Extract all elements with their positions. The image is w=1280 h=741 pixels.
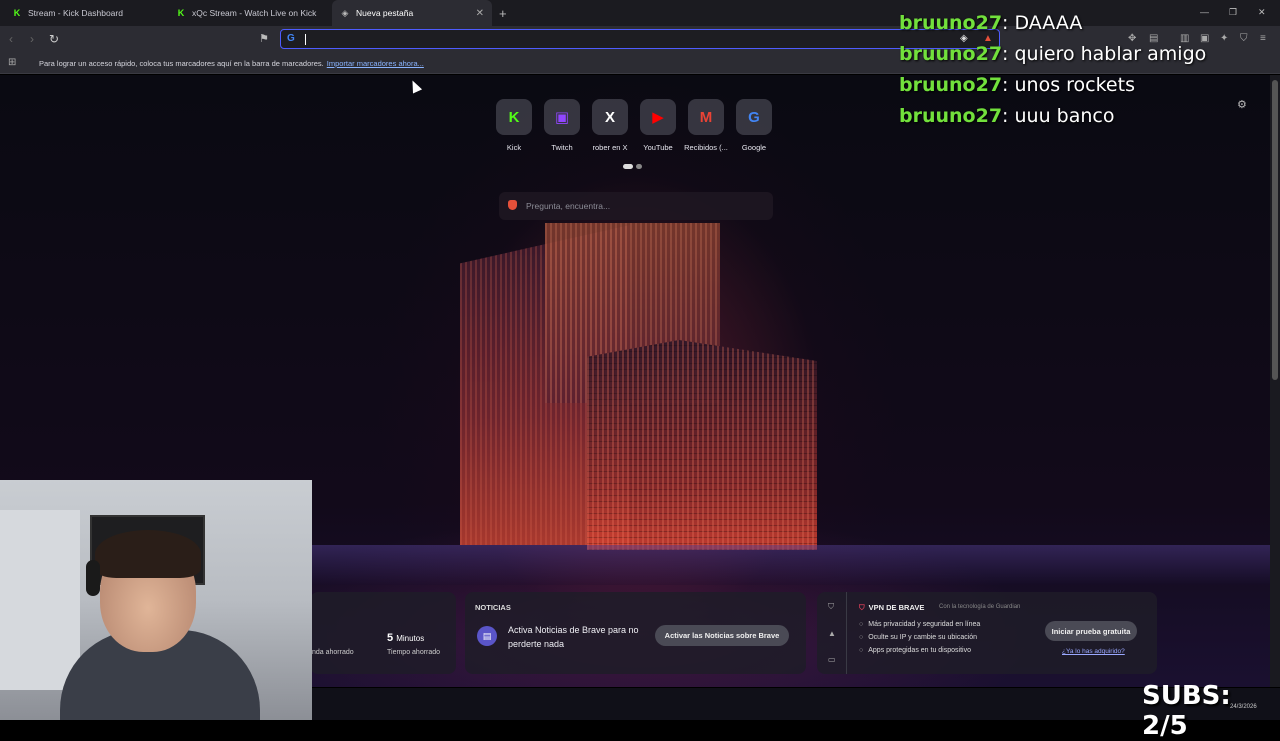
google-icon: G — [287, 33, 295, 44]
shortcut-google[interactable]: G Google — [734, 99, 774, 152]
shortcut-label: rober en X — [592, 143, 628, 152]
address-bar[interactable]: G — [280, 29, 1000, 49]
check-icon: ○ — [859, 621, 864, 628]
webcam-overlay — [0, 480, 312, 720]
top-sites: K Kick ▣ Twitch X rober en X ▶ YouTube M… — [494, 99, 774, 152]
pager-dot[interactable] — [623, 164, 633, 169]
vpn-icon[interactable]: ⛉ — [1240, 33, 1248, 44]
vpn-icon[interactable]: ⛉ — [828, 602, 834, 612]
chat-message: bruuno27: DAAAA — [899, 12, 1083, 34]
subs-counter: SUBS: 2/5 — [1142, 681, 1231, 741]
news-text: Activa Noticias de Brave para no perdert… — [508, 625, 639, 649]
news-header: NOTICIAS — [475, 603, 511, 612]
kick-icon: K — [177, 8, 185, 18]
talk-icon[interactable]: ▭ — [828, 655, 836, 664]
tab-label: Nueva pestaña — [356, 8, 414, 18]
close-icon[interactable]: ✕ — [476, 8, 484, 19]
shortcut-gmail[interactable]: M Recibidos (... — [684, 99, 728, 152]
tab-kick-dashboard[interactable]: K Stream - Kick Dashboard — [4, 0, 164, 26]
twitch-icon: ▣ — [544, 99, 580, 135]
brave-icon: ◈ — [341, 7, 349, 18]
time-saved-value: 5 Minutos — [387, 632, 425, 644]
chat-message: bruuno27: quiero hablar amigo — [899, 43, 1207, 65]
stats-card: nda ahorrado 5 Minutos Tiempo ahorrado — [310, 592, 456, 674]
check-icon: ○ — [859, 647, 864, 654]
shortcut-kick[interactable]: K Kick — [494, 99, 534, 152]
enable-news-button[interactable]: Activar las Noticias sobre Brave — [655, 625, 789, 646]
shortcut-label: Kick — [506, 143, 522, 152]
rewards-icon[interactable]: ▲ — [828, 629, 836, 638]
top-sites-pager[interactable] — [623, 164, 642, 169]
tab-xqc-stream[interactable]: K xQc Stream - Watch Live on Kick — [168, 0, 328, 26]
check-icon: ○ — [859, 634, 864, 641]
vpn-feature: ○ Apps protegidas en tu dispositivo — [859, 647, 971, 654]
background-building — [587, 340, 817, 550]
news-icon: ▤ — [477, 626, 497, 646]
gmail-icon: M — [688, 99, 724, 135]
youtube-icon: ▶ — [640, 99, 676, 135]
shortcut-twitch[interactable]: ▣ Twitch — [542, 99, 582, 152]
start-trial-button[interactable]: Iniciar prueba gratuita — [1045, 621, 1137, 641]
vpn-tech: Con la tecnología de Guardian — [939, 604, 1021, 610]
bookmark-icon[interactable]: ⚑ — [259, 32, 269, 45]
already-purchased-link[interactable]: ¿Ya lo has adquirido? — [1062, 648, 1125, 655]
menu-icon[interactable]: ≡ — [1260, 33, 1266, 44]
widget-switcher: ⛉ ▲ ▭ — [817, 592, 847, 674]
chat-message: bruuno27: uuu banco — [899, 105, 1115, 127]
webcam-person — [95, 530, 201, 578]
pager-dot[interactable] — [636, 164, 642, 169]
back-icon[interactable]: ‹ — [9, 32, 13, 46]
apps-grid-icon[interactable]: ⊞ — [8, 57, 16, 68]
tab-label: xQc Stream - Watch Live on Kick — [192, 8, 317, 18]
scrollbar[interactable] — [1270, 75, 1280, 687]
tab-label: Stream - Kick Dashboard — [28, 8, 123, 18]
stat-caption: Tiempo ahorrado — [387, 649, 441, 656]
headset — [86, 560, 100, 596]
shortcut-label: Google — [741, 143, 767, 152]
forward-icon[interactable]: › — [30, 32, 34, 46]
shortcut-label: Twitch — [551, 143, 573, 152]
vpn-feature: ○ Más privacidad y seguridad en línea — [859, 621, 981, 628]
brave-icon — [508, 200, 517, 210]
shortcut-label: Recibidos (... — [684, 143, 728, 152]
vpn-card: ⛉ ▲ ▭ ⛉ VPN DE BRAVE Con la tecnología de… — [817, 592, 1157, 674]
kick-icon: K — [496, 99, 532, 135]
import-bookmarks-link[interactable]: Importar marcadores ahora... — [327, 59, 424, 68]
shield-icon: ⛉ — [859, 603, 865, 612]
shortcut-youtube[interactable]: ▶ YouTube — [638, 99, 678, 152]
x-icon: X — [592, 99, 628, 135]
stat-caption: nda ahorrado — [312, 649, 354, 656]
search-placeholder: Pregunta, encuentra... — [526, 201, 611, 211]
leo-ai-icon[interactable]: ✦ — [1220, 33, 1228, 44]
maximize-icon[interactable]: ❐ — [1229, 7, 1237, 18]
bookmark-bar-message: Para lograr un acceso rápido, coloca tus… — [39, 59, 424, 68]
news-card: NOTICIAS ▤ Activa Noticias de Brave para… — [465, 592, 806, 674]
gear-icon[interactable]: ⚙ — [1237, 98, 1247, 111]
background-water — [300, 545, 1270, 585]
shortcut-label: YouTube — [643, 143, 673, 152]
vpn-feature: ○ Oculte su IP y cambie su ubicación — [859, 634, 978, 641]
text-caret — [305, 34, 306, 45]
search-input[interactable]: Pregunta, encuentra... — [499, 192, 773, 220]
scrollbar-thumb[interactable] — [1272, 80, 1278, 380]
shortcut-rober-en-x[interactable]: X rober en X — [590, 99, 630, 152]
chat-message: bruuno27: unos rockets — [899, 74, 1135, 96]
new-tab-button[interactable]: + — [499, 6, 507, 21]
vpn-title: ⛉ VPN DE BRAVE — [859, 603, 925, 612]
webcam-background — [0, 510, 80, 690]
window-close-icon[interactable]: ✕ — [1258, 7, 1266, 18]
tab-new-tab[interactable]: ◈ Nueva pestaña ✕ — [332, 0, 492, 26]
google-icon: G — [736, 99, 772, 135]
kick-icon: K — [13, 8, 21, 18]
taskbar — [312, 688, 1280, 720]
stream-chat-overlay: bruuno27: DAAAA bruuno27: quiero hablar … — [899, 8, 1206, 132]
reload-icon[interactable]: ↻ — [49, 32, 59, 46]
